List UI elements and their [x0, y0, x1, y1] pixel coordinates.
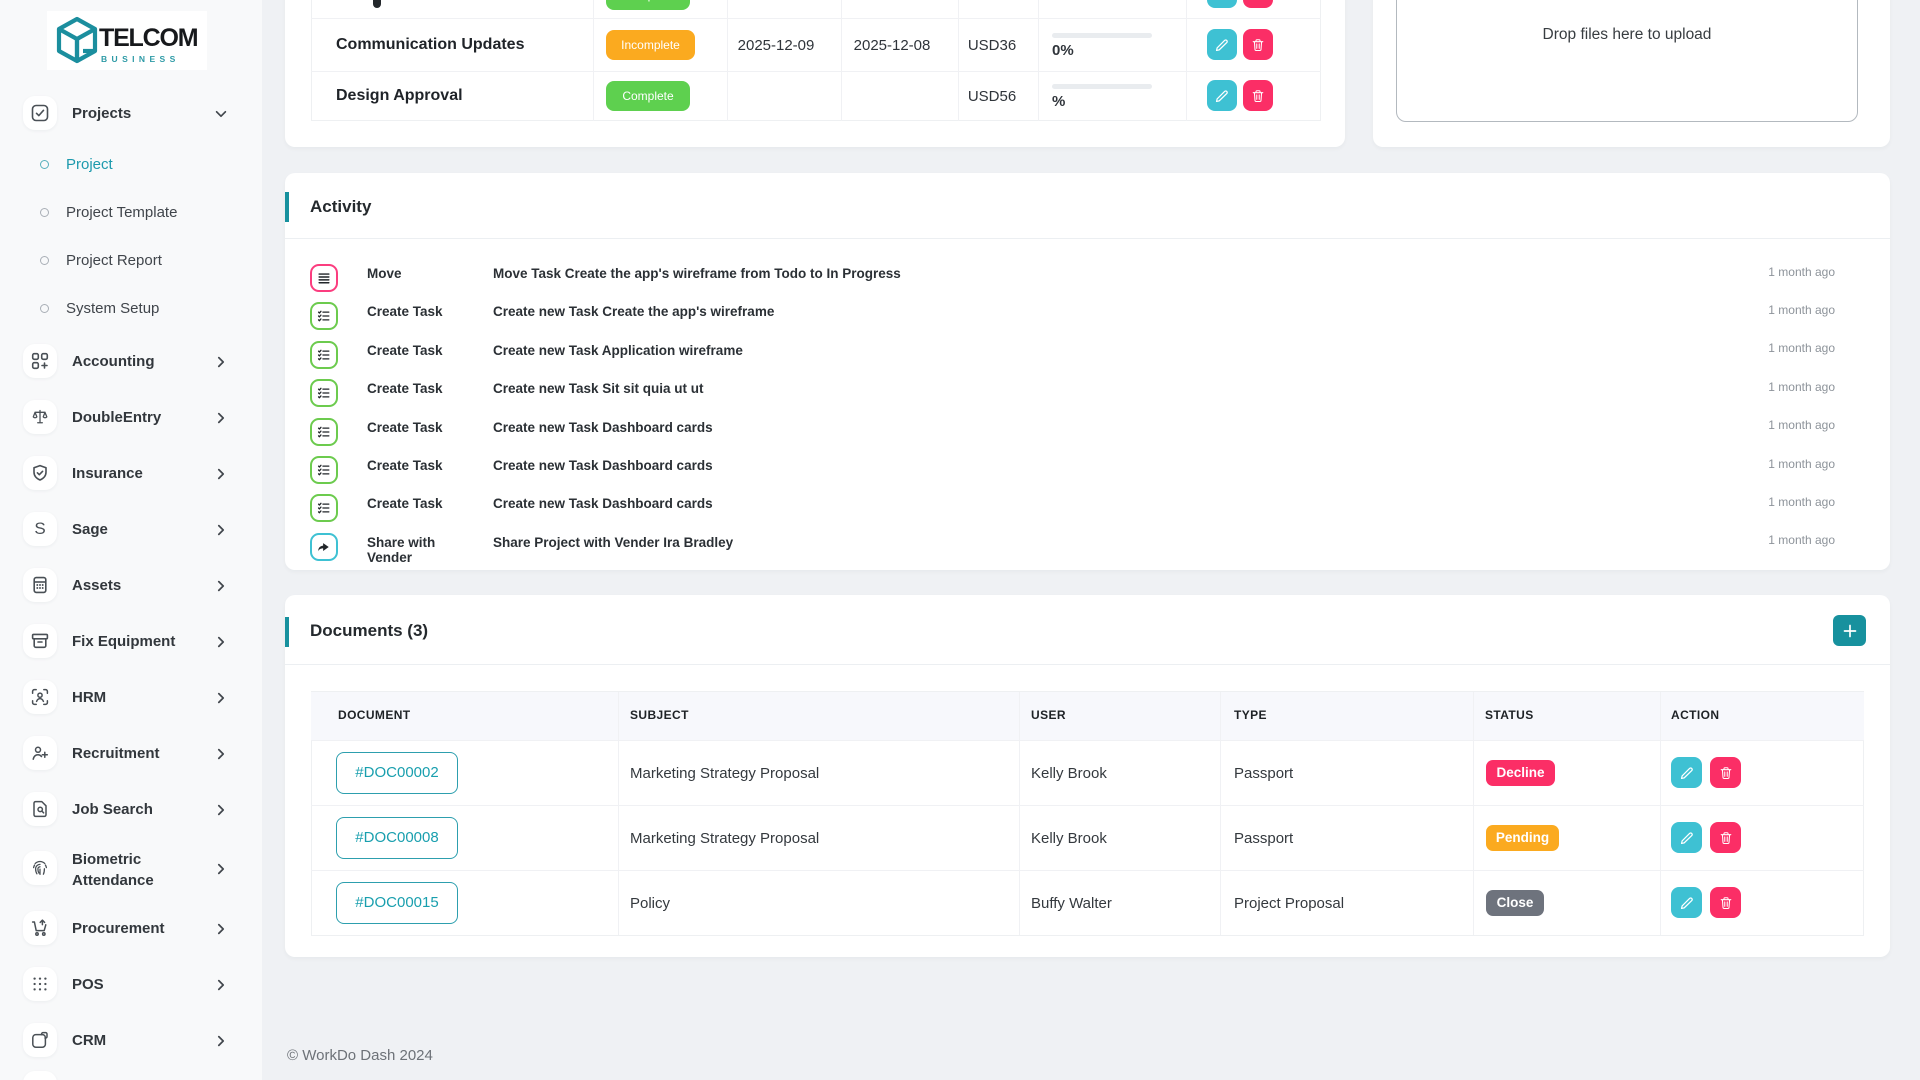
svg-text:TELCOM: TELCOM: [99, 24, 198, 52]
svg-text:BUSINESS: BUSINESS: [101, 54, 180, 64]
